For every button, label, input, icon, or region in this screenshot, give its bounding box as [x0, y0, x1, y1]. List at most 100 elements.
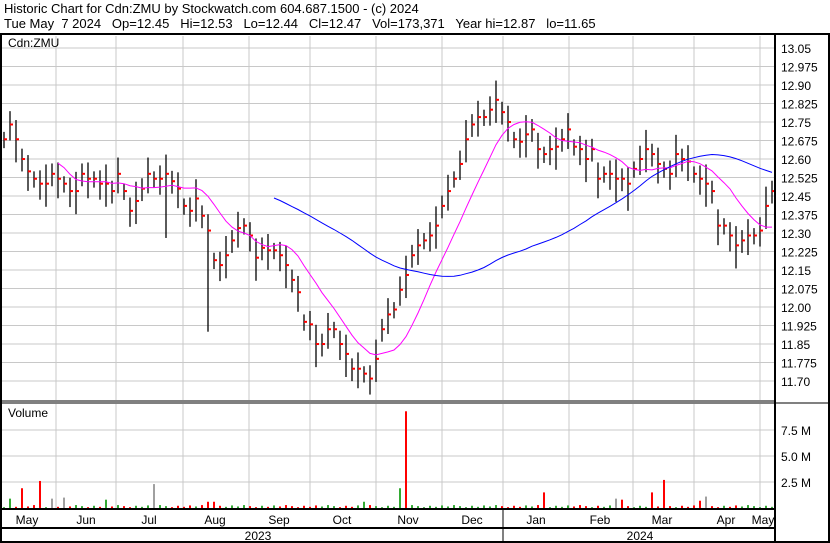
close-tick: [502, 111, 505, 114]
close-tick: [322, 343, 325, 346]
volume-bar: [285, 505, 287, 508]
month-label: Nov: [397, 513, 418, 527]
close-tick: [130, 209, 133, 212]
close-tick: [418, 244, 421, 247]
volume-bar: [609, 505, 611, 508]
volume-bar: [273, 505, 275, 508]
volume-bar: [297, 507, 299, 508]
close-tick: [28, 170, 31, 173]
price-tick-label: 12.075: [781, 283, 818, 297]
close-tick: [628, 182, 631, 185]
close-tick: [172, 180, 175, 183]
close-tick: [94, 177, 97, 180]
volume-bar: [669, 506, 671, 508]
month-label: Jun: [76, 513, 95, 527]
volume-bar: [537, 505, 539, 508]
volume-bar: [201, 505, 203, 508]
volume-bar: [495, 505, 497, 508]
volume-bar: [693, 505, 695, 508]
volume-bar: [93, 505, 95, 508]
volume-bar: [147, 505, 149, 508]
volume-bar: [549, 507, 551, 508]
close-tick: [610, 172, 613, 175]
close-tick: [154, 177, 157, 180]
price-tick-label: 12.375: [781, 209, 818, 223]
close-tick: [262, 246, 265, 249]
close-tick: [76, 190, 79, 193]
close-tick: [178, 187, 181, 190]
volume-bar: [363, 501, 365, 508]
close-tick: [526, 133, 529, 136]
close-tick: [346, 352, 349, 355]
volume-bar: [153, 484, 155, 508]
volume-bar: [231, 505, 233, 508]
close-tick: [202, 214, 205, 217]
volume-bar: [333, 506, 335, 508]
volume-bar: [387, 505, 389, 508]
close-tick: [166, 172, 169, 175]
volume-bar: [381, 507, 383, 508]
volume-bar: [639, 505, 641, 508]
volume-bar: [579, 505, 581, 508]
close-tick: [190, 209, 193, 212]
close-tick: [232, 239, 235, 242]
volume-bar: [717, 507, 719, 508]
month-label: Jan: [526, 513, 545, 527]
volume-bar: [477, 506, 479, 508]
close-tick: [10, 123, 13, 126]
volume-bar: [39, 480, 41, 508]
close-tick: [40, 182, 43, 185]
volume-bar: [225, 506, 227, 508]
close-tick: [424, 239, 427, 242]
close-tick: [598, 177, 601, 180]
volume-bar: [621, 499, 623, 508]
volume-bar: [597, 505, 599, 508]
volume-bar: [675, 507, 677, 508]
volume-bar: [585, 506, 587, 508]
volume-bar: [501, 506, 503, 508]
volume-bar: [753, 506, 755, 508]
volume-bar: [741, 506, 743, 508]
volume-bar: [171, 507, 173, 508]
volume-bar: [21, 488, 23, 508]
volume-bar: [507, 507, 509, 508]
close-tick: [214, 259, 217, 262]
close-tick: [334, 328, 337, 331]
close-tick: [52, 172, 55, 175]
close-tick: [88, 177, 91, 180]
month-label: Apr: [717, 513, 736, 527]
volume-bar: [369, 505, 371, 508]
close-tick: [448, 190, 451, 193]
year-label: 2023: [245, 529, 272, 543]
price-tick-label: 11.775: [781, 357, 817, 371]
volume-tick-label: 7.5 M: [781, 424, 811, 438]
close-tick: [112, 190, 115, 193]
volume-bar: [183, 506, 185, 508]
volume-bar: [321, 506, 323, 508]
volume-bar: [747, 505, 749, 508]
price-tick-label: 12.60: [781, 153, 811, 167]
volume-bar: [483, 505, 485, 508]
close-tick: [568, 128, 571, 131]
close-tick: [406, 273, 409, 276]
close-tick: [388, 313, 391, 316]
close-tick: [766, 204, 769, 207]
volume-bar: [135, 505, 137, 508]
close-tick: [394, 308, 397, 311]
close-tick: [238, 227, 241, 230]
close-tick: [358, 367, 361, 370]
volume-bar: [519, 506, 521, 508]
close-tick: [538, 148, 541, 151]
close-tick: [58, 177, 61, 180]
close-tick: [484, 116, 487, 119]
volume-bar: [735, 505, 737, 508]
volume-bar: [261, 505, 263, 508]
volume-bar: [525, 505, 527, 508]
close-tick: [280, 254, 283, 257]
close-tick: [718, 224, 721, 227]
close-tick: [556, 145, 559, 148]
volume-bar: [465, 507, 467, 508]
price-tick-label: 12.225: [781, 246, 818, 260]
close-tick: [436, 224, 439, 227]
close-tick: [730, 234, 733, 237]
